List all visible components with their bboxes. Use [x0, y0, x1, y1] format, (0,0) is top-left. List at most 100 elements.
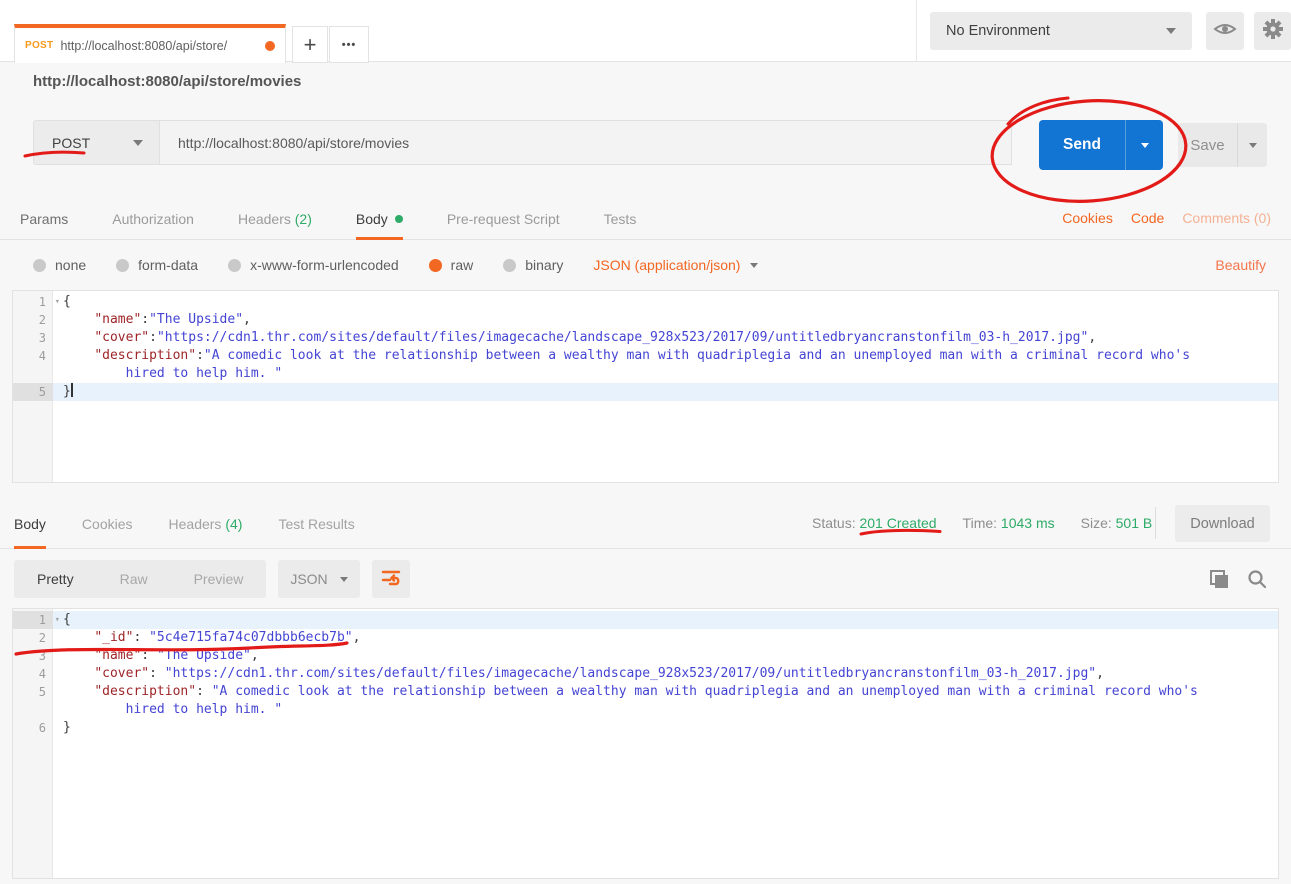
request-tab[interactable]: POST http://localhost:8080/api/store/ [14, 24, 286, 63]
wrap-text-icon [380, 566, 402, 593]
tab-pre-request-script[interactable]: Pre-request Script [447, 196, 560, 240]
code-line[interactable]: 1▾{ [13, 293, 1278, 311]
beautify-link[interactable]: Beautify [1215, 240, 1266, 290]
code-line[interactable]: 3 "cover":"https://cdn1.thr.com/sites/de… [13, 329, 1278, 347]
wrap-text-button[interactable] [372, 560, 410, 598]
response-headers-count: (4) [225, 516, 242, 532]
send-button[interactable]: Send [1039, 120, 1163, 170]
eye-icon [1213, 21, 1237, 42]
code-line[interactable]: 4 "description":"A comedic look at the r… [13, 347, 1278, 365]
divider [916, 0, 917, 62]
code-text[interactable]: { [53, 611, 1278, 629]
more-tabs-button[interactable]: ••• [329, 26, 369, 63]
view-raw[interactable]: Raw [97, 560, 171, 598]
content-type-label: JSON (application/json) [593, 257, 740, 273]
radio-form-data[interactable]: form-data [116, 257, 198, 273]
code-link[interactable]: Code [1131, 210, 1164, 226]
radio-x-www-form-urlencoded[interactable]: x-www-form-urlencoded [228, 257, 399, 273]
response-tabs: Body Cookies Headers (4) Test Results [14, 497, 355, 549]
code-line[interactable]: 6} [13, 719, 1278, 737]
code-line[interactable]: 5 "description": "A comedic look at the … [13, 683, 1278, 701]
line-number: 1▾ [13, 293, 53, 311]
code-line[interactable]: hired to help him. " [13, 365, 1278, 383]
save-options-button[interactable] [1238, 123, 1267, 167]
code-text[interactable]: "description":"A comedic look at the rel… [53, 347, 1278, 365]
tab-url-label: http://localhost:8080/api/store/ [60, 39, 258, 53]
code-text[interactable]: "description": "A comedic look at the re… [53, 683, 1278, 701]
code-text[interactable]: } [53, 383, 1278, 401]
code-line[interactable]: hired to help him. " [13, 701, 1278, 719]
code-text[interactable]: "_id": "5c4e715fa74c07dbbb6ecb7b", [53, 629, 1278, 647]
save-button[interactable]: Save [1178, 123, 1267, 167]
radio-binary[interactable]: binary [503, 257, 563, 273]
tab-headers[interactable]: Headers (2) [238, 196, 312, 240]
send-options-button[interactable] [1126, 120, 1163, 170]
method-select[interactable]: POST [33, 120, 160, 165]
response-header-bar: Body Cookies Headers (4) Test Results St… [0, 497, 1291, 549]
format-select[interactable]: JSON [278, 560, 360, 598]
radio-none[interactable]: none [33, 257, 86, 273]
environment-label: No Environment [946, 23, 1050, 39]
response-tab-headers[interactable]: Headers (4) [169, 497, 243, 549]
copy-icon [1208, 578, 1230, 595]
response-tab-test-results[interactable]: Test Results [278, 497, 354, 549]
code-text[interactable]: "name": "The Upside", [53, 647, 1278, 665]
search-response-button[interactable] [1246, 568, 1268, 595]
request-tabs-bar: Params Authorization Headers (2) Body Pr… [0, 196, 1291, 240]
code-text[interactable]: "name":"The Upside", [53, 311, 1278, 329]
code-line[interactable]: 2 "_id": "5c4e715fa74c07dbbb6ecb7b", [13, 629, 1278, 647]
radio-selected-icon [429, 259, 442, 272]
copy-response-button[interactable] [1208, 569, 1230, 596]
cookies-link[interactable]: Cookies [1062, 210, 1113, 226]
code-line[interactable]: 1▾{ [13, 611, 1278, 629]
tab-body[interactable]: Body [356, 196, 403, 240]
code-text[interactable]: "cover":"https://cdn1.thr.com/sites/defa… [53, 329, 1278, 347]
comments-link[interactable]: Comments (0) [1182, 210, 1271, 226]
line-number: 4 [13, 347, 53, 365]
code-text[interactable]: { [53, 293, 1278, 311]
new-tab-button[interactable]: + [292, 26, 328, 63]
line-number: 5 [13, 383, 53, 401]
save-label[interactable]: Save [1178, 123, 1238, 167]
code-text[interactable]: hired to help him. " [53, 701, 1278, 719]
code-line[interactable]: 5} [13, 383, 1278, 401]
tab-params[interactable]: Params [20, 196, 68, 240]
tab-method-label: POST [25, 40, 53, 51]
line-number: 3 [13, 329, 53, 347]
response-tab-cookies[interactable]: Cookies [82, 497, 133, 549]
line-number: 1▾ [13, 611, 53, 629]
code-line[interactable]: 2 "name":"The Upside", [13, 311, 1278, 329]
line-number: 2 [13, 311, 53, 329]
content-type-select[interactable]: JSON (application/json) [593, 257, 758, 273]
fold-caret-icon[interactable]: ▾ [55, 293, 60, 311]
code-text[interactable]: } [53, 719, 1278, 737]
response-tab-body[interactable]: Body [14, 497, 46, 549]
view-preview[interactable]: Preview [171, 560, 267, 598]
method-label: POST [52, 135, 90, 151]
code-text[interactable]: "cover": "https://cdn1.thr.com/sites/def… [53, 665, 1278, 683]
download-button[interactable]: Download [1175, 505, 1270, 542]
request-body-editor[interactable]: 1▾{2 "name":"The Upside",3 "cover":"http… [12, 290, 1279, 483]
divider [1155, 507, 1156, 539]
line-number [13, 701, 53, 719]
line-number: 3 [13, 647, 53, 665]
radio-icon [228, 259, 241, 272]
tab-authorization[interactable]: Authorization [112, 196, 194, 240]
view-pretty[interactable]: Pretty [14, 560, 97, 598]
response-body-editor[interactable]: 1▾{2 "_id": "5c4e715fa74c07dbbb6ecb7b",3… [12, 608, 1279, 879]
radio-icon [116, 259, 129, 272]
environment-preview-button[interactable] [1206, 12, 1244, 50]
line-number: 6 [13, 719, 53, 737]
code-line[interactable]: 3 "name": "The Upside", [13, 647, 1278, 665]
url-input[interactable] [160, 120, 1012, 165]
send-label[interactable]: Send [1039, 120, 1126, 170]
environment-select[interactable]: No Environment [930, 12, 1192, 50]
settings-button[interactable] [1254, 12, 1291, 50]
format-label: JSON [290, 571, 327, 587]
code-line[interactable]: 4 "cover": "https://cdn1.thr.com/sites/d… [13, 665, 1278, 683]
line-number: 5 [13, 683, 53, 701]
code-text[interactable]: hired to help him. " [53, 365, 1278, 383]
tab-tests[interactable]: Tests [604, 196, 637, 240]
radio-raw[interactable]: raw [429, 257, 474, 273]
fold-caret-icon[interactable]: ▾ [55, 611, 60, 629]
